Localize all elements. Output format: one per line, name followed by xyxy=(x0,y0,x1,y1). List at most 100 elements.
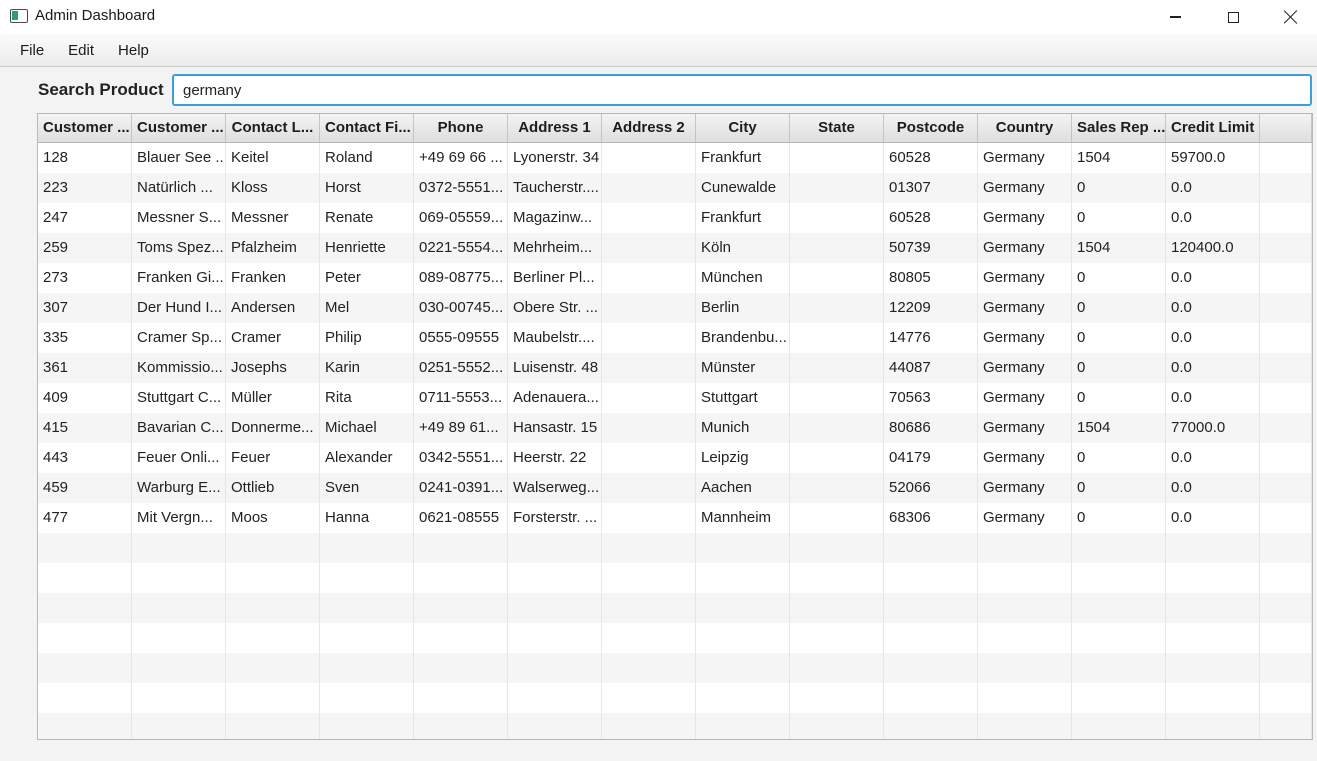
table-row[interactable]: 443 Feuer Onli... Feuer Alexander 0342-5551.… xyxy=(38,443,1312,473)
menu-bar: File Edit Help xyxy=(0,34,1317,67)
table-cell: Feuer xyxy=(226,443,320,473)
empty-cell xyxy=(978,593,1072,623)
table-cell: 0.0 xyxy=(1166,383,1260,413)
table-cell: Ottlieb xyxy=(226,473,320,503)
table-cell xyxy=(790,293,884,323)
column-header[interactable]: Address 2 xyxy=(602,114,696,142)
menu-edit[interactable]: Edit xyxy=(60,42,102,59)
close-button[interactable] xyxy=(1262,0,1317,34)
table-cell: Stuttgart C... xyxy=(132,383,226,413)
table-cell: Hanna xyxy=(320,503,414,533)
empty-cell xyxy=(790,653,884,683)
column-header[interactable]: Postcode xyxy=(884,114,978,142)
table-row[interactable]: 259 Toms Spez... Pfalzheim Henriette 0221-55… xyxy=(38,233,1312,263)
empty-table-row xyxy=(38,533,1312,563)
table-cell: Köln xyxy=(696,233,790,263)
empty-cell xyxy=(414,713,508,739)
table-cell xyxy=(602,203,696,233)
table-cell: 409 xyxy=(38,383,132,413)
empty-cell xyxy=(1072,563,1166,593)
column-header[interactable]: Country xyxy=(978,114,1072,142)
table-cell-filler xyxy=(1260,443,1312,473)
menu-file[interactable]: File xyxy=(12,42,52,59)
table-cell-filler xyxy=(1260,203,1312,233)
column-header[interactable]: City xyxy=(696,114,790,142)
table-cell-filler xyxy=(1260,683,1312,713)
table-row[interactable]: 477 Mit Vergn... Moos Hanna 0621-08555 Forste… xyxy=(38,503,1312,533)
empty-cell xyxy=(790,713,884,739)
table-cell: Luisenstr. 48 xyxy=(508,353,602,383)
table-cell: Frankfurt xyxy=(696,203,790,233)
empty-cell xyxy=(132,593,226,623)
empty-cell xyxy=(884,683,978,713)
empty-cell xyxy=(226,533,320,563)
table-row[interactable]: 361 Kommissio... Josephs Karin 0251-5552... L… xyxy=(38,353,1312,383)
empty-cell xyxy=(320,683,414,713)
table-cell: Germany xyxy=(978,293,1072,323)
table-cell xyxy=(602,173,696,203)
table-cell xyxy=(790,233,884,263)
table-cell: +49 69 66 ... xyxy=(414,143,508,173)
empty-cell xyxy=(132,533,226,563)
table-row[interactable]: 128 Blauer See ... Keitel Roland +49 69 66 .… xyxy=(38,143,1312,173)
table-cell: 089-08775... xyxy=(414,263,508,293)
column-header[interactable]: Credit Limit xyxy=(1166,114,1260,142)
table-cell: 0.0 xyxy=(1166,323,1260,353)
empty-cell xyxy=(1166,713,1260,739)
table-row[interactable]: 459 Warburg E... Ottlieb Sven 0241-0391... Wa… xyxy=(38,473,1312,503)
table-cell xyxy=(790,443,884,473)
empty-cell xyxy=(696,713,790,739)
column-header[interactable]: Address 1 xyxy=(508,114,602,142)
search-input[interactable] xyxy=(172,74,1312,106)
empty-cell xyxy=(1072,533,1166,563)
table-cell: 0 xyxy=(1072,473,1166,503)
table-cell: Donnerme... xyxy=(226,413,320,443)
empty-table-row xyxy=(38,623,1312,653)
column-header[interactable]: Customer ... xyxy=(132,114,226,142)
empty-cell xyxy=(38,683,132,713)
table-row[interactable]: 307 Der Hund I... Andersen Mel 030-00745... O… xyxy=(38,293,1312,323)
column-header[interactable]: Sales Rep ... xyxy=(1072,114,1166,142)
empty-cell xyxy=(1072,713,1166,739)
table-row[interactable]: 409 Stuttgart C... Müller Rita 0711-5553... A… xyxy=(38,383,1312,413)
empty-table-row xyxy=(38,653,1312,683)
column-header[interactable]: Customer ... xyxy=(38,114,132,142)
minimize-button[interactable] xyxy=(1146,0,1204,34)
column-header[interactable]: Contact L... xyxy=(226,114,320,142)
table-cell: Messner xyxy=(226,203,320,233)
table-cell-filler xyxy=(1260,173,1312,203)
maximize-button[interactable] xyxy=(1204,0,1262,34)
empty-cell xyxy=(508,593,602,623)
table-cell: Germany xyxy=(978,353,1072,383)
customer-table[interactable]: Customer ... Customer ... Contact L... Cont… xyxy=(37,113,1313,740)
table-cell: 069-05559... xyxy=(414,203,508,233)
table-row[interactable]: 223 Natürlich ... Kloss Horst 0372-5551... Ta… xyxy=(38,173,1312,203)
empty-cell xyxy=(320,563,414,593)
table-cell: Germany xyxy=(978,173,1072,203)
table-cell: 80805 xyxy=(884,263,978,293)
table-cell xyxy=(790,203,884,233)
column-header[interactable]: Phone xyxy=(414,114,508,142)
menu-help[interactable]: Help xyxy=(110,42,157,59)
empty-cell xyxy=(790,683,884,713)
table-cell xyxy=(790,413,884,443)
table-row[interactable]: 247 Messner S... Messner Renate 069-05559...… xyxy=(38,203,1312,233)
column-header[interactable]: State xyxy=(790,114,884,142)
empty-cell xyxy=(226,653,320,683)
table-row[interactable]: 335 Cramer Sp... Cramer Philip 0555-09555 Mau… xyxy=(38,323,1312,353)
empty-table-row xyxy=(38,593,1312,623)
column-header[interactable]: Contact Fi... xyxy=(320,114,414,142)
table-cell: Germany xyxy=(978,263,1072,293)
empty-cell xyxy=(602,563,696,593)
table-cell: 0221-5554... xyxy=(414,233,508,263)
empty-cell xyxy=(790,533,884,563)
empty-cell xyxy=(226,713,320,739)
table-cell: Mehrheim... xyxy=(508,233,602,263)
table-row[interactable]: 273 Franken Gi... Franken Peter 089-08775...… xyxy=(38,263,1312,293)
table-row[interactable]: 415 Bavarian C... Donnerme... Michael +49 89… xyxy=(38,413,1312,443)
table-cell xyxy=(790,323,884,353)
table-cell: Maubelstr.... xyxy=(508,323,602,353)
empty-cell xyxy=(508,623,602,653)
table-cell: Toms Spez... xyxy=(132,233,226,263)
table-cell: 44087 xyxy=(884,353,978,383)
